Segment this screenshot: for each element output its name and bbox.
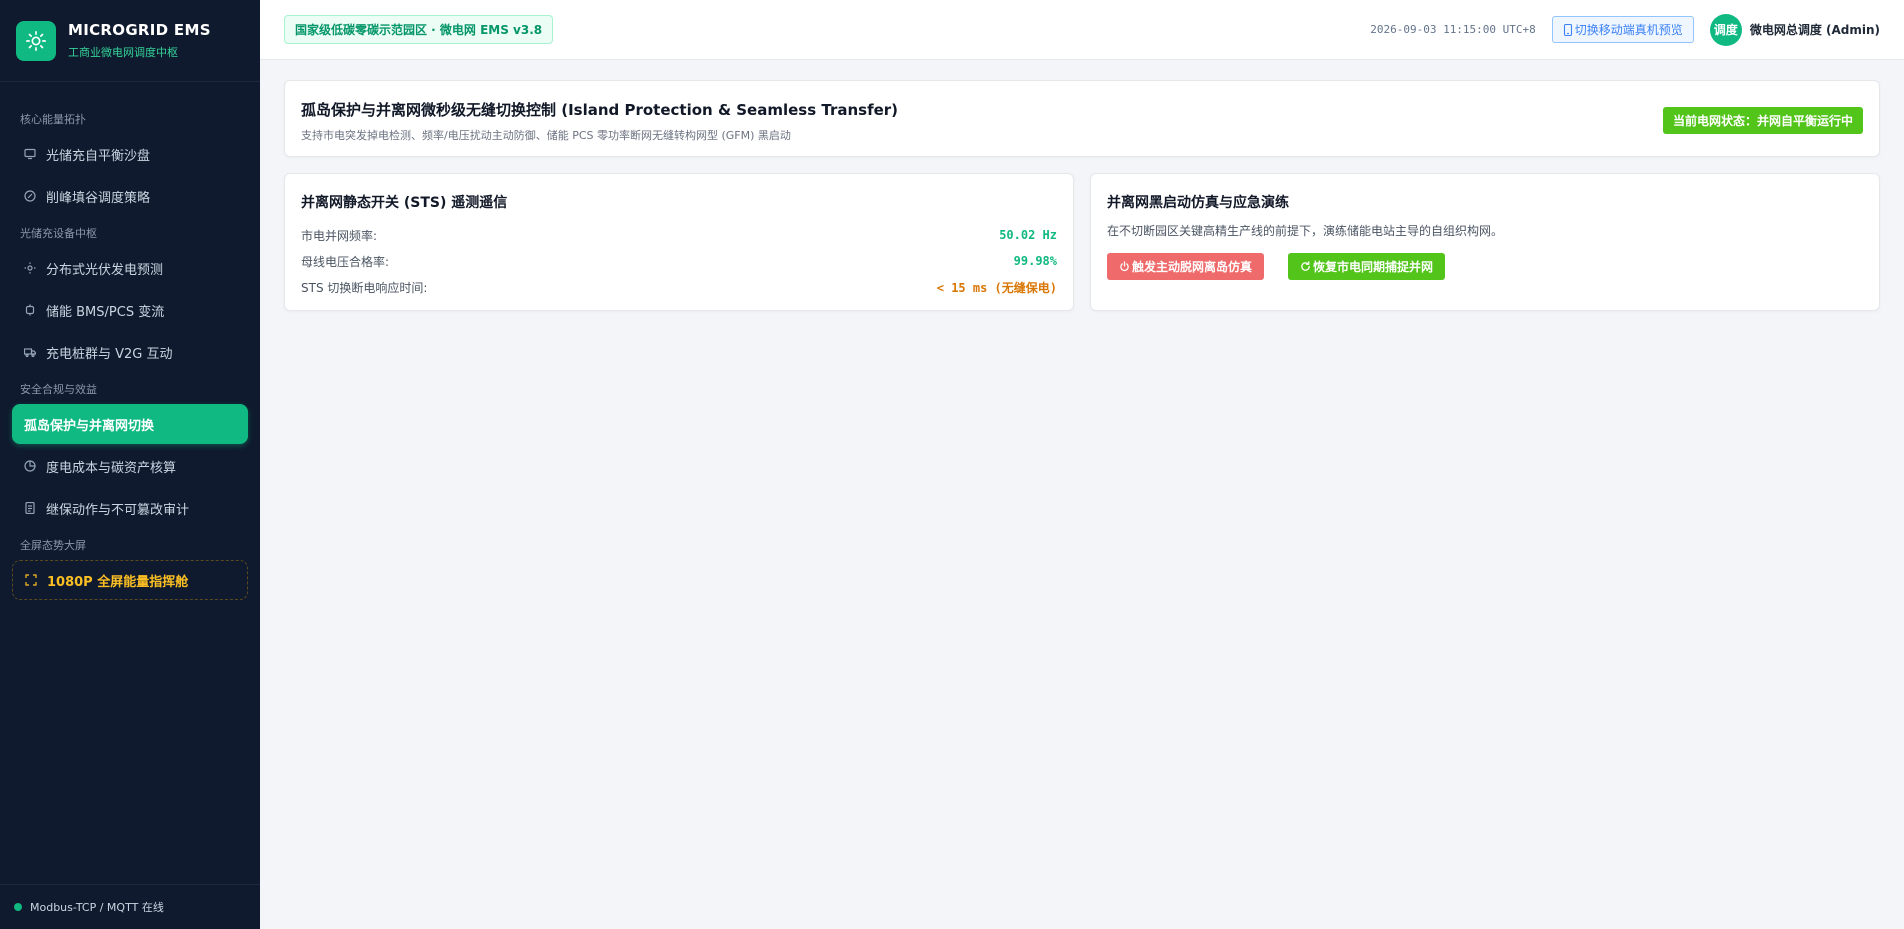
restore-grid-sync-button[interactable]: 恢复市电同期捕捉并网 xyxy=(1288,253,1446,280)
metric-row: 市电并网频率: 50.02 Hz xyxy=(301,222,1057,248)
chip-icon xyxy=(24,304,36,316)
page-header-card: 孤岛保护与并离网微秒级无缝切换控制 (Island Protection & S… xyxy=(284,80,1880,157)
topbar: 国家级低碳零碳示范园区 · 微电网 EMS v3.8 2026-09-03 11… xyxy=(260,0,1904,60)
metric-value: 99.98% xyxy=(1013,254,1057,268)
power-icon xyxy=(1119,261,1130,272)
sidebar-item-v2g[interactable]: 充电桩群与 V2G 互动 xyxy=(12,332,248,372)
avatar[interactable]: 调度 xyxy=(1709,13,1742,46)
sidebar-nav: 核心能量拓扑 光储充自平衡沙盘 削峰填谷调度策略 光储充设备中枢 分布式光伏发电… xyxy=(0,82,260,600)
sidebar-item-island-protection[interactable]: 孤岛保护与并离网切换 xyxy=(12,404,248,444)
button-label: 触发主动脱网离岛仿真 xyxy=(1132,260,1253,274)
phone-icon xyxy=(1563,23,1573,36)
online-dot-icon xyxy=(14,903,22,911)
sun-icon xyxy=(24,262,36,274)
page-title: 孤岛保护与并离网微秒级无缝切换控制 (Island Protection & S… xyxy=(301,101,899,119)
connection-status: Modbus-TCP / MQTT 在线 xyxy=(0,884,260,929)
button-label: 恢复市电同期捕捉并网 xyxy=(1313,260,1434,274)
sidebar-item-pv-forecast[interactable]: 分布式光伏发电预测 xyxy=(12,248,248,288)
sun-logo-icon xyxy=(16,20,56,61)
mobile-preview-label: 切换移动端真机预览 xyxy=(1574,23,1683,37)
black-start-drill-panel: 并离网黑启动仿真与应急演练 在不切断园区关键高精生产线的前提下，演练储能电站主导… xyxy=(1090,173,1880,311)
grid-status-badge: 当前电网状态：并网自平衡运行中 xyxy=(1662,107,1863,134)
monitor-icon xyxy=(24,148,36,160)
sidebar-item-label: 度电成本与碳资产核算 xyxy=(46,460,177,476)
sidebar-item-label: 储能 BMS/PCS 变流 xyxy=(46,304,165,320)
sidebar-item-bms-pcs[interactable]: 储能 BMS/PCS 变流 xyxy=(12,290,248,330)
metric-row: STS 切换断电响应时间: < 15 ms (无缝保电) xyxy=(301,274,1057,300)
metric-label: 母线电压合格率: xyxy=(301,254,390,269)
sidebar-item-peak-shaving[interactable]: 削峰填谷调度策略 xyxy=(12,176,248,216)
pie-chart-icon xyxy=(24,460,36,472)
user-name[interactable]: 微电网总调度 (Admin) xyxy=(1750,21,1880,38)
sidebar-item-carbon-accounting[interactable]: 度电成本与碳资产核算 xyxy=(12,446,248,486)
nav-group-label: 光储充设备中枢 xyxy=(20,227,97,240)
sidebar-item-audit[interactable]: 继保动作与不可篡改审计 xyxy=(12,488,248,528)
sidebar: MICROGRID EMS 工商业微电网调度中枢 核心能量拓扑 光储充自平衡沙盘… xyxy=(0,0,260,929)
panel-description: 在不切断园区关键高精生产线的前提下，演练储能电站主导的自组织构网。 xyxy=(1107,224,1504,238)
brand-title: MICROGRID EMS xyxy=(68,21,211,39)
nav-group-label: 全屏态势大屏 xyxy=(20,539,86,552)
nav-group-label: 安全合规与效益 xyxy=(20,383,97,396)
metric-value: 50.02 Hz xyxy=(999,228,1057,242)
zone-badge: 国家级低碳零碳示范园区 · 微电网 EMS v3.8 xyxy=(284,15,554,44)
sidebar-item-label: 分布式光伏发电预测 xyxy=(46,262,164,278)
metric-label: 市电并网频率: xyxy=(301,228,378,243)
trigger-island-simulation-button[interactable]: 触发主动脱网离岛仿真 xyxy=(1107,253,1265,280)
sidebar-item-label: 孤岛保护与并离网切换 xyxy=(24,418,155,434)
main-content: 孤岛保护与并离网微秒级无缝切换控制 (Island Protection & S… xyxy=(284,80,1880,311)
document-icon xyxy=(24,502,36,514)
brand-subtitle: 工商业微电网调度中枢 xyxy=(68,46,178,59)
sidebar-item-label: 1080P 全屏能量指挥舱 xyxy=(47,574,189,590)
fullscreen-icon xyxy=(25,574,37,586)
truck-icon xyxy=(24,346,36,358)
refresh-icon xyxy=(1300,261,1311,272)
sts-telemetry-panel: 并离网静态开关 (STS) 遥测遥信 市电并网频率: 50.02 Hz 母线电压… xyxy=(284,173,1074,311)
compass-icon xyxy=(24,190,36,202)
mobile-preview-button[interactable]: 切换移动端真机预览 xyxy=(1551,16,1694,43)
sidebar-item-fullscreen-cockpit[interactable]: 1080P 全屏能量指挥舱 xyxy=(12,560,248,600)
metric-row: 母线电压合格率: 99.98% xyxy=(301,248,1057,274)
sidebar-item-label: 继保动作与不可篡改审计 xyxy=(46,502,190,518)
page-subtitle: 支持市电突发掉电检测、频率/电压扰动主动防御、储能 PCS 零功率断网无缝转构网… xyxy=(301,129,791,142)
nav-group-label: 核心能量拓扑 xyxy=(20,113,86,126)
connection-status-text: Modbus-TCP / MQTT 在线 xyxy=(30,901,164,914)
metric-value: < 15 ms (无缝保电) xyxy=(936,280,1057,295)
sidebar-item-label: 充电桩群与 V2G 互动 xyxy=(46,346,173,362)
sidebar-item-label: 削峰填谷调度策略 xyxy=(46,190,151,206)
sidebar-item-sandbox[interactable]: 光储充自平衡沙盘 xyxy=(12,134,248,174)
panel-title: 并离网黑启动仿真与应急演练 xyxy=(1107,195,1289,211)
datetime: 2026-09-03 11:15:00 UTC+8 xyxy=(1370,23,1536,36)
brand: MICROGRID EMS 工商业微电网调度中枢 xyxy=(0,0,260,82)
metric-label: STS 切换断电响应时间: xyxy=(301,280,428,295)
sidebar-item-label: 光储充自平衡沙盘 xyxy=(46,148,151,164)
panel-title: 并离网静态开关 (STS) 遥测遥信 xyxy=(301,195,508,211)
